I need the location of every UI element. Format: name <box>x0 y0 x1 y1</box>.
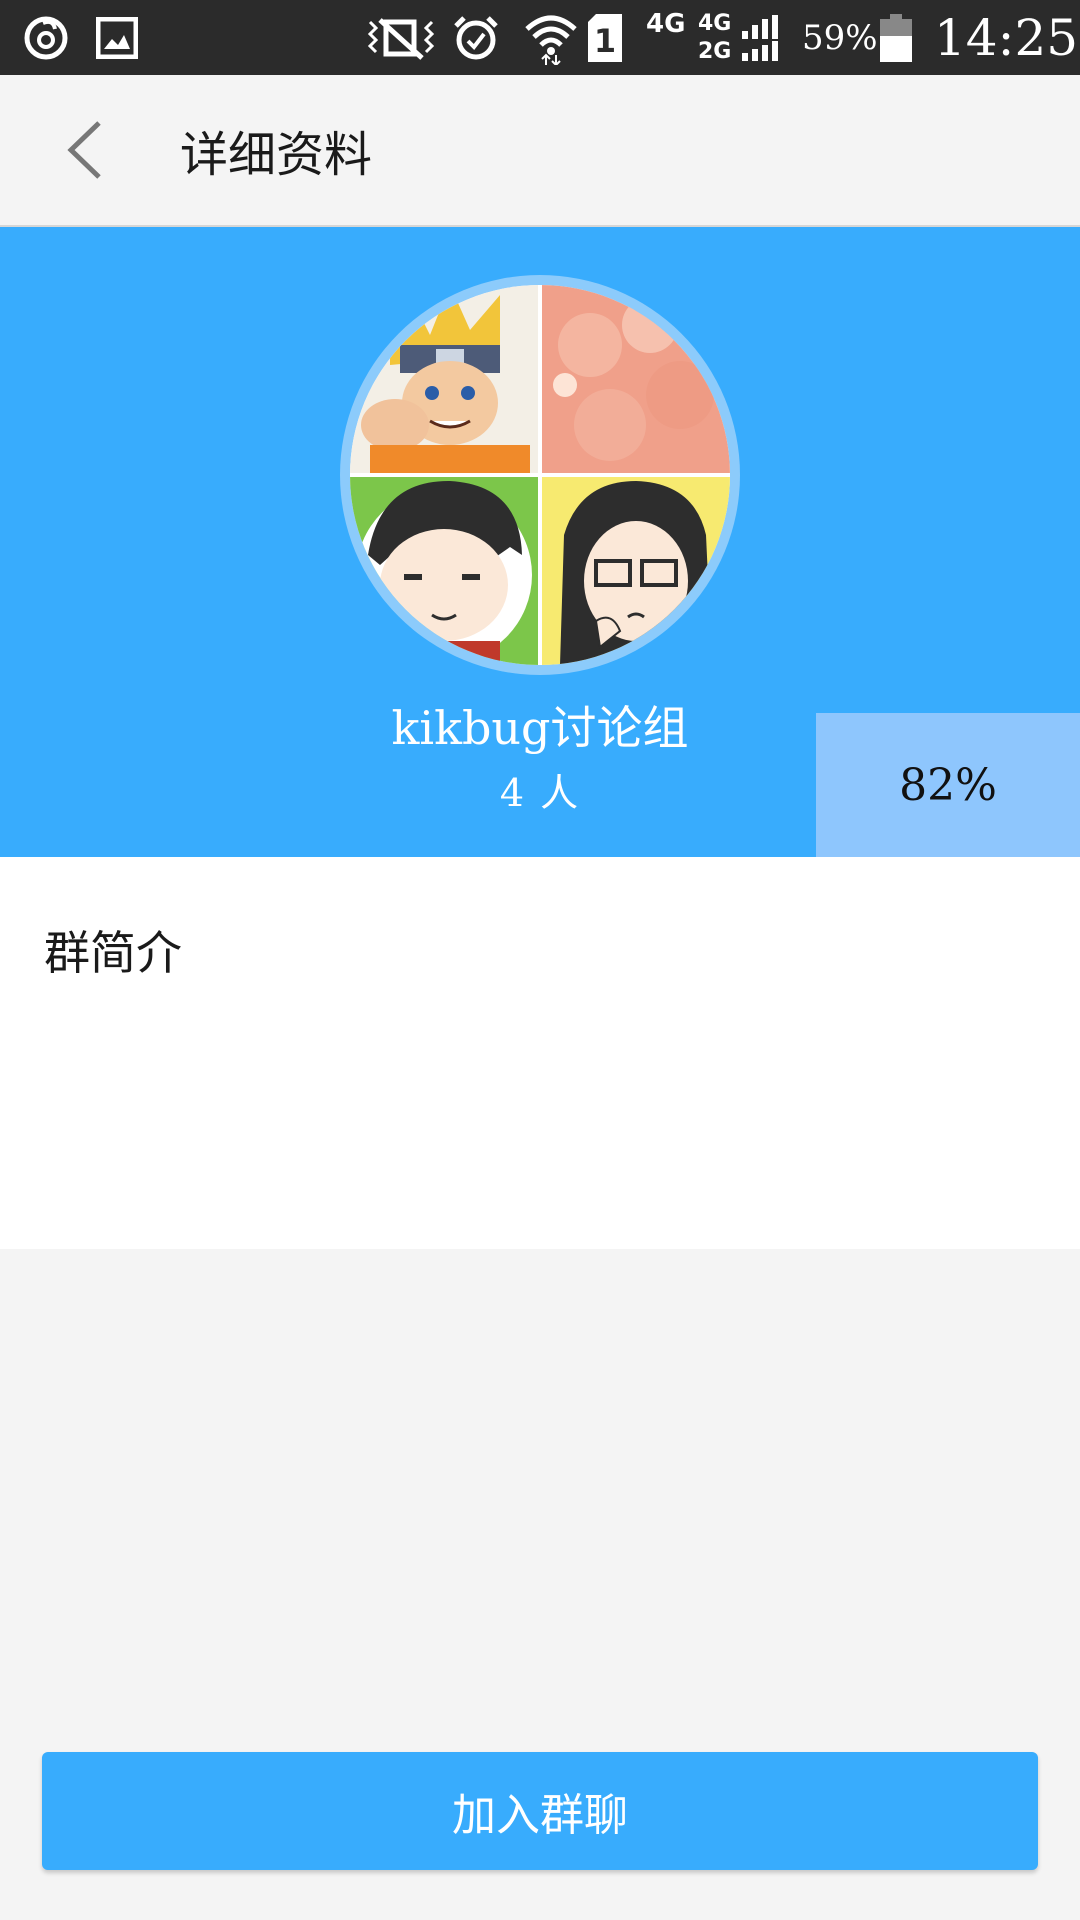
status-bar: 1 4G 4G 2G 59% 14:25 <box>0 0 1080 75</box>
member-avatar-food <box>542 285 730 473</box>
group-avatar-image <box>350 285 730 665</box>
back-button[interactable] <box>40 105 130 195</box>
progress-percent-badge: 82% <box>816 713 1080 857</box>
network-type-1: 4G <box>646 8 686 39</box>
vibrate-icon <box>364 0 438 75</box>
group-header: kikbug讨论组 4 人 82% <box>0 227 1080 857</box>
alarm-icon <box>450 0 502 75</box>
group-intro-label: 群简介 <box>44 926 182 980</box>
page-title: 详细资料 <box>180 127 373 183</box>
battery-icon <box>878 0 914 75</box>
group-avatar[interactable] <box>340 275 740 675</box>
svg-text:1: 1 <box>594 22 616 60</box>
app-bar: 详细资料 <box>0 75 1080 227</box>
battery-percent: 59% <box>802 17 878 58</box>
wifi-icon <box>522 0 580 75</box>
member-avatar-ninja <box>350 285 538 473</box>
join-group-button[interactable]: 加入群聊 <box>42 1752 1038 1870</box>
sim-icon: 1 <box>584 0 624 75</box>
signal-icon <box>738 0 786 75</box>
netease-music-icon <box>18 0 74 75</box>
chevron-left-icon <box>67 121 101 179</box>
gallery-icon <box>92 0 142 75</box>
member-avatar-girl <box>542 477 730 665</box>
member-avatar-boy <box>350 477 538 665</box>
group-intro-section: 群简介 <box>0 857 1080 1249</box>
status-time: 14:25 <box>934 8 1079 67</box>
